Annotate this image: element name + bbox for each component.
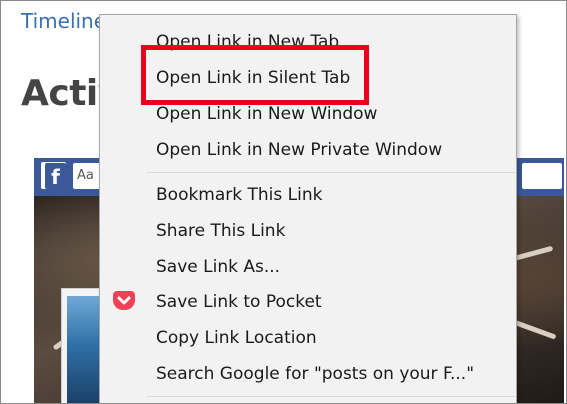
facebook-logo-icon[interactable]: f <box>41 162 66 189</box>
highlight-box <box>141 45 369 105</box>
pocket-icon <box>113 291 135 310</box>
menu-separator <box>147 172 515 173</box>
menu-item-search-google[interactable]: Search Google for "posts on your F..." <box>156 363 474 385</box>
browser-page: Timelines Activ f Aa Open Link in New Ta… <box>0 0 567 404</box>
menu-item-share-link[interactable]: Share This Link <box>156 220 285 242</box>
menu-item-save-to-pocket[interactable]: Save Link to Pocket <box>156 291 322 313</box>
menu-item-open-new-window[interactable]: Open Link in New Window <box>156 103 377 125</box>
menu-item-open-private-window[interactable]: Open Link in New Private Window <box>156 139 442 161</box>
menu-separator-bottom <box>147 396 515 397</box>
menu-item-copy-link-location[interactable]: Copy Link Location <box>156 327 317 349</box>
menu-item-bookmark-link[interactable]: Bookmark This Link <box>156 184 322 206</box>
facebook-toolbar-button[interactable] <box>522 163 562 189</box>
profile-photo[interactable] <box>67 296 103 403</box>
menu-item-save-link-as[interactable]: Save Link As... <box>156 256 280 278</box>
